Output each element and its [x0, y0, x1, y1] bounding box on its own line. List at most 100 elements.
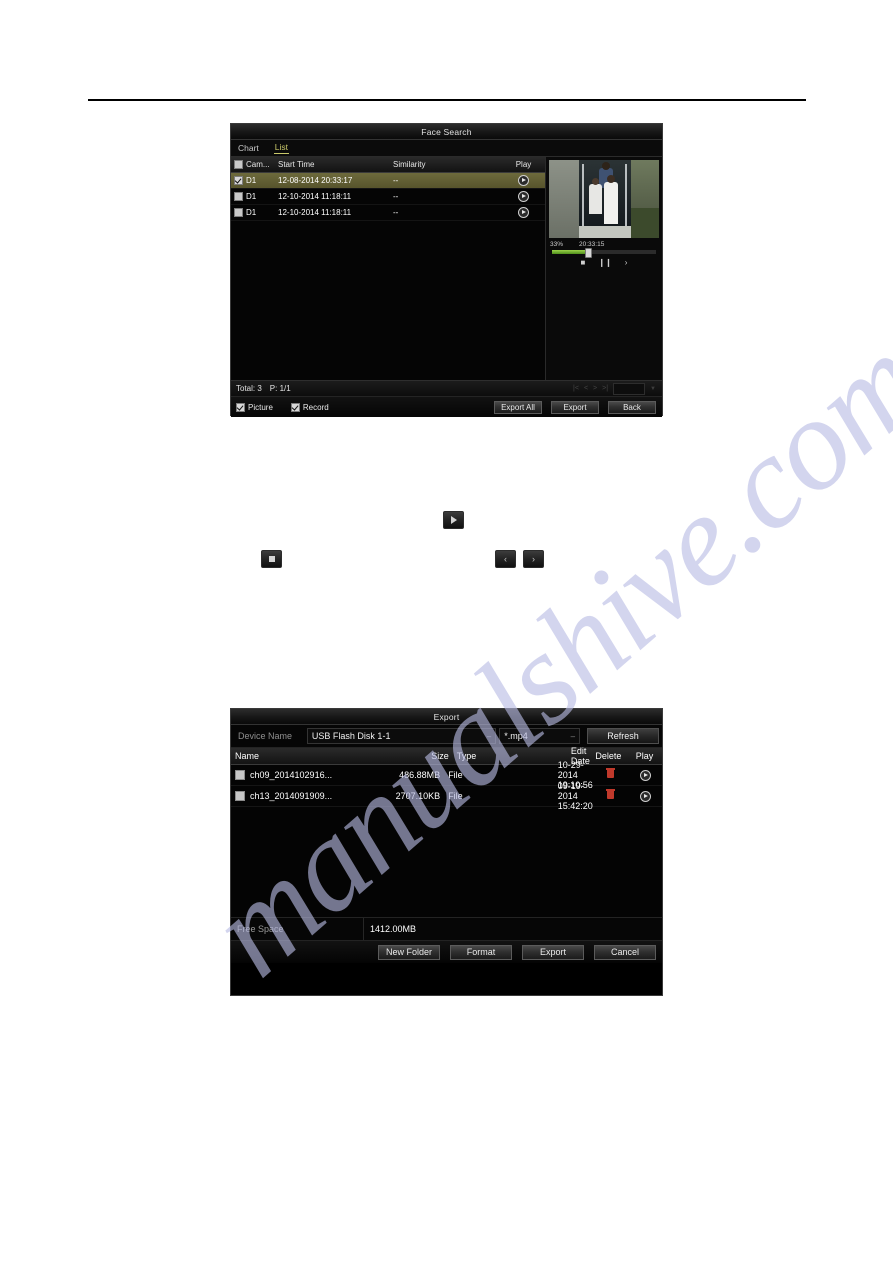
header-play: Play: [635, 751, 654, 761]
row-play-cell[interactable]: [628, 790, 662, 802]
header-start-time: Start Time: [278, 160, 315, 169]
stop-icon[interactable]: ■: [581, 259, 586, 267]
face-search-title: Face Search: [421, 126, 472, 137]
inline-stop-button[interactable]: [261, 550, 282, 568]
table-row[interactable]: D1 12-08-2014 20:33:17 --: [231, 173, 545, 189]
trash-icon[interactable]: [606, 768, 616, 778]
page-prev-button[interactable]: <: [584, 385, 588, 392]
play-icon: [450, 516, 457, 524]
row-checkbox[interactable]: [234, 192, 243, 201]
play-icon[interactable]: [518, 175, 529, 186]
stop-icon: [268, 556, 275, 562]
cancel-button[interactable]: Cancel: [594, 944, 656, 960]
row-camera-cell: D1: [231, 176, 275, 185]
row-start-time: 12-10-2014 11:18:11: [278, 208, 352, 217]
preview-thumbnail: [549, 160, 659, 238]
face-search-tabbar: Chart List: [231, 140, 662, 157]
export-dialog: Export Device Name USB Flash Disk 1-1 – …: [230, 708, 663, 996]
record-option[interactable]: Record: [290, 402, 329, 412]
export-confirm-button[interactable]: Export: [522, 944, 584, 960]
total-count: Total: 3: [236, 384, 262, 393]
row-checkbox[interactable]: [234, 208, 243, 217]
play-icon[interactable]: [639, 769, 651, 781]
free-space-label: Free Space: [231, 918, 364, 940]
row-play-cell[interactable]: [502, 207, 545, 218]
device-name-value: USB Flash Disk 1-1: [311, 731, 391, 741]
picture-label: Picture: [248, 402, 273, 412]
header-similarity: Similarity: [393, 160, 426, 169]
trash-icon[interactable]: [606, 789, 616, 799]
device-selection-row: Device Name USB Flash Disk 1-1 – *.mp4 –…: [231, 725, 662, 748]
page-first-button[interactable]: |<: [573, 385, 579, 392]
row-play-cell[interactable]: [502, 175, 545, 186]
free-space-value: 1412.00MB: [370, 924, 417, 934]
record-checkbox[interactable]: [290, 402, 300, 412]
row-delete-cell[interactable]: [593, 768, 629, 780]
device-name-select[interactable]: USB Flash Disk 1-1 –: [306, 728, 497, 744]
row-edit-date: 09-19-2014 15:42:20: [557, 781, 593, 811]
page-goto-input[interactable]: [613, 382, 646, 395]
row-file-size: 486.88MB: [399, 770, 441, 780]
row-camera-cell: D1: [231, 192, 275, 201]
chevron-down-icon[interactable]: ▼: [650, 386, 656, 392]
export-all-button[interactable]: Export All: [494, 400, 542, 414]
inline-play-button[interactable]: [443, 511, 464, 529]
row-checkbox[interactable]: [234, 176, 243, 185]
row-similarity: --: [393, 208, 399, 217]
row-camera-label: D1: [246, 208, 257, 217]
preview-progress-slider[interactable]: [552, 248, 656, 258]
preview-progress-percent: 33%: [550, 241, 564, 248]
file-type-value: *.mp4: [504, 731, 528, 741]
picture-option[interactable]: Picture: [236, 402, 273, 412]
header-delete: Delete: [595, 751, 622, 761]
row-name-cell: ch13_2014091909...: [231, 791, 382, 801]
inline-prev-button[interactable]: ‹: [495, 550, 516, 568]
row-start-time: 12-10-2014 11:18:11: [278, 192, 352, 201]
table-row[interactable]: D1 12-10-2014 11:18:11 --: [231, 205, 545, 221]
preview-progress-fill: [552, 250, 587, 254]
export-button[interactable]: Export: [551, 400, 599, 414]
row-play-cell[interactable]: [628, 769, 662, 781]
chevron-down-icon: –: [570, 731, 576, 741]
play-icon[interactable]: [518, 191, 529, 202]
next-frame-icon[interactable]: ›: [625, 259, 628, 267]
face-search-statusbar: Total: 3 P: 1/1 |< < > >| ▼: [231, 380, 662, 396]
preview-meta: 33% 20:33:15: [546, 238, 662, 248]
pause-icon[interactable]: ❙❙: [598, 259, 611, 267]
header-name: Name: [235, 751, 260, 761]
page-last-button[interactable]: >|: [602, 385, 608, 392]
new-folder-button[interactable]: New Folder: [378, 944, 440, 960]
format-button[interactable]: Format: [450, 944, 512, 960]
face-search-titlebar: Face Search: [231, 124, 662, 140]
play-icon[interactable]: [518, 207, 529, 218]
back-button[interactable]: Back: [608, 400, 656, 414]
preview-progress-knob[interactable]: [585, 248, 593, 258]
row-play-cell[interactable]: [502, 191, 545, 202]
table-row[interactable]: ch13_2014091909... 2707.10KB File 09-19-…: [231, 781, 662, 811]
table-row[interactable]: D1 12-10-2014 11:18:11 --: [231, 189, 545, 205]
file-icon[interactable]: [235, 770, 245, 780]
preview-timestamp: 20:33:15: [579, 241, 605, 248]
row-file-name: ch09_2014102916...: [250, 770, 333, 780]
page-header-rule: [88, 99, 806, 101]
export-title: Export: [433, 711, 460, 722]
file-type-select[interactable]: *.mp4 –: [499, 728, 581, 744]
tab-list[interactable]: List: [273, 142, 290, 154]
select-all-checkbox[interactable]: [234, 160, 243, 169]
inline-next-button[interactable]: ›: [523, 550, 544, 568]
results-rows: D1 12-08-2014 20:33:17 -- D1 12-10-2014 …: [231, 173, 545, 380]
refresh-button[interactable]: Refresh: [587, 728, 660, 744]
play-icon[interactable]: [639, 790, 651, 802]
row-file-type: File: [448, 770, 463, 780]
face-search-dialog: Face Search Chart List Cam... Start Time…: [230, 123, 663, 417]
row-delete-cell[interactable]: [593, 789, 629, 801]
table-row[interactable]: ch09_2014102916... 486.88MB File 10-29-2…: [231, 760, 662, 790]
file-icon[interactable]: [235, 791, 245, 801]
pagination: |< < > >| ▼: [573, 382, 662, 395]
preview-panel: 33% 20:33:15 ■ ❙❙ ›: [546, 157, 662, 380]
page-next-button[interactable]: >: [593, 385, 597, 392]
picture-checkbox[interactable]: [236, 402, 245, 412]
face-search-footer: Picture Record Export All Export Back: [231, 396, 662, 417]
free-space-row: Free Space 1412.00MB: [231, 917, 662, 941]
tab-chart[interactable]: Chart: [237, 143, 260, 154]
